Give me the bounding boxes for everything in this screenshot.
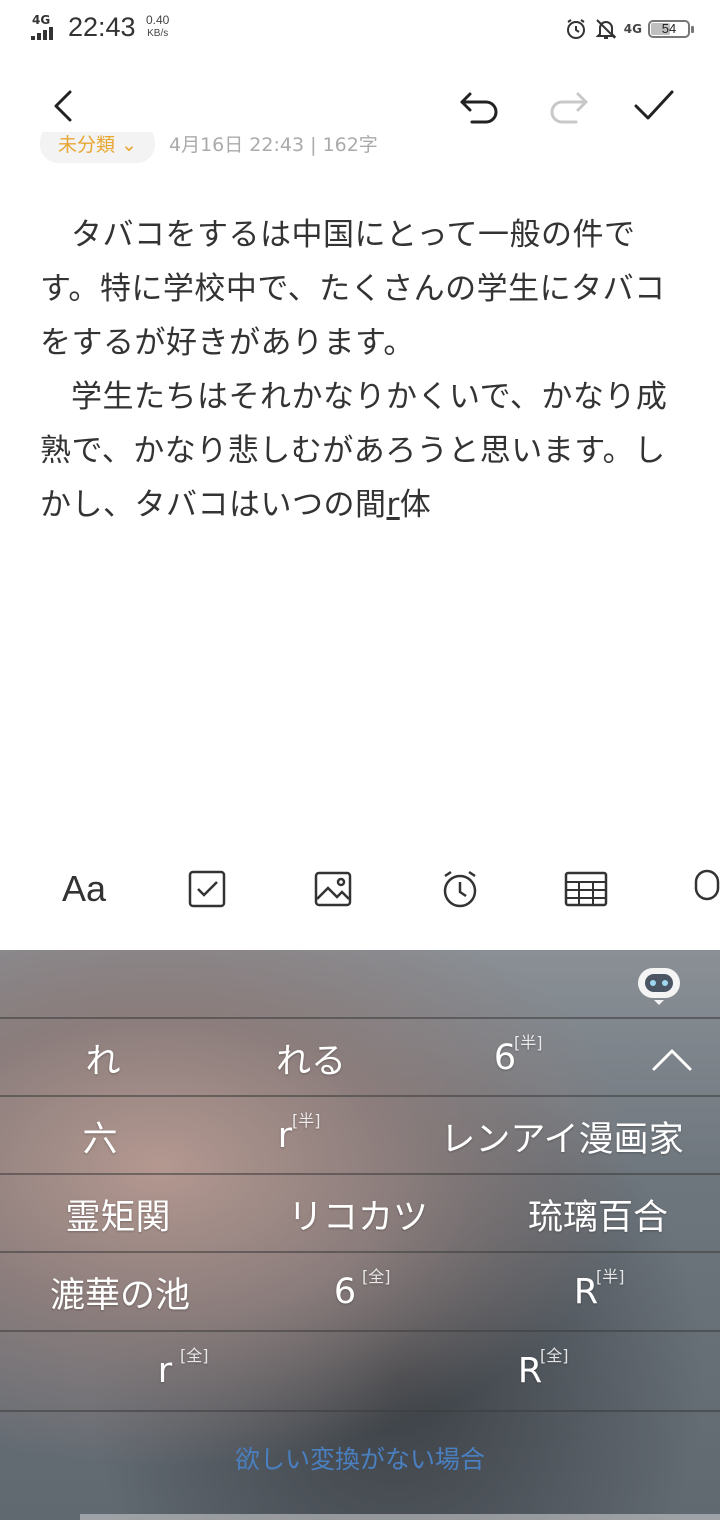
table-button[interactable] <box>561 864 611 914</box>
candidate[interactable]: 6 [全] <box>310 1253 391 1331</box>
table-icon <box>564 871 608 907</box>
network-speed: 0.40 KB/s <box>146 13 170 40</box>
candidate[interactable]: れる <box>248 1019 374 1097</box>
undo-button[interactable] <box>456 82 504 130</box>
candidate-row: 六 r [半] レンアイ漫画家 <box>0 1095 720 1175</box>
candidate-row: 霊矩関 リコカツ 琉璃百合 <box>0 1173 720 1253</box>
format-bar: Aa <box>0 828 720 948</box>
chevron-up-icon[interactable] <box>650 1037 694 1081</box>
checklist-icon <box>188 870 226 908</box>
candidate[interactable]: 6 [半] <box>470 1019 543 1097</box>
text-format-icon: Aa <box>61 868 107 909</box>
candidate[interactable]: r [全] <box>130 1332 209 1410</box>
clock: 22:43 <box>68 12 136 42</box>
microphone-icon <box>694 869 720 901</box>
candidate[interactable]: r [半] <box>250 1097 321 1175</box>
robot-icon[interactable] <box>636 962 682 1006</box>
candidate-row: れ れる 6 [半] <box>0 1017 720 1097</box>
folder-chip[interactable]: 未分類 ⌄ <box>40 132 155 163</box>
candidate[interactable]: 漉華の池 <box>40 1253 200 1331</box>
candidate[interactable]: レンアイ漫画家 <box>428 1097 696 1175</box>
candidate[interactable]: れ <box>40 1019 166 1097</box>
alarm-button[interactable] <box>435 864 485 914</box>
keyboard-topbar <box>0 950 720 1017</box>
keyboard-bottom-edge <box>80 1514 720 1520</box>
text-format-button[interactable]: Aa <box>56 864 112 914</box>
net-type: 4G <box>623 22 642 36</box>
candidate[interactable]: R [全] <box>490 1332 570 1410</box>
note-meta: 未分類 ⌄ 4月16日 22:43 | 162字 <box>40 132 720 168</box>
battery-icon: 54 <box>648 20 694 38</box>
signal-icon <box>31 26 61 40</box>
alarm-status-icon <box>566 19 585 39</box>
candidate[interactable]: 琉璃百合 <box>510 1175 686 1253</box>
ime-keyboard: れ れる 6 [半] 六 r [半] レンアイ漫画家 霊矩関 リコカツ 琉璃百合 漉… <box>0 950 720 1520</box>
candidate[interactable]: R [半] <box>546 1253 626 1331</box>
done-button[interactable] <box>630 82 678 130</box>
paragraph-1: タバコをするは中国にとって一般の件です。特に学校中で、たくさんの学生にタバコをす… <box>40 217 666 361</box>
image-icon <box>314 871 352 907</box>
status-bar: 4G 22:43 0.40 KB/s 4G 54 <box>0 0 720 60</box>
redo-icon <box>550 92 588 124</box>
note-editor[interactable]: タバコをするは中国にとって一般の件です。特に学校中で、たくさんの学生にタバコをす… <box>40 208 685 532</box>
chevron-left-icon <box>54 90 72 122</box>
candidate[interactable]: 霊矩関 <box>40 1175 196 1253</box>
redo-button[interactable] <box>544 82 592 130</box>
no-match-link[interactable]: 欲しい変換がない場合 <box>0 1440 720 1476</box>
back-button[interactable] <box>40 82 88 130</box>
mute-notification-icon <box>595 19 617 39</box>
microphone-button[interactable] <box>690 864 720 914</box>
status-icons: 4G 54 <box>564 14 694 44</box>
candidate[interactable]: 六 <box>40 1097 160 1175</box>
undo-icon <box>460 92 498 124</box>
candidate-row: r [全] R [全] <box>0 1330 720 1412</box>
candidate-row: 漉華の池 6 [全] R [半] <box>0 1251 720 1331</box>
checklist-button[interactable] <box>182 864 232 914</box>
note-info: 4月16日 22:43 | 162字 <box>168 134 378 156</box>
network-label: 4G <box>32 13 51 27</box>
check-icon <box>634 90 674 120</box>
composing-text: r <box>386 487 400 523</box>
paragraph-2: 学生たちはそれかなりかくいで、かなり成熟で、かなり悲しむがあろうと思います。しか… <box>40 379 668 523</box>
image-button[interactable] <box>308 864 358 914</box>
alarm-icon <box>443 870 477 908</box>
candidate[interactable]: リコカツ <box>270 1175 446 1253</box>
